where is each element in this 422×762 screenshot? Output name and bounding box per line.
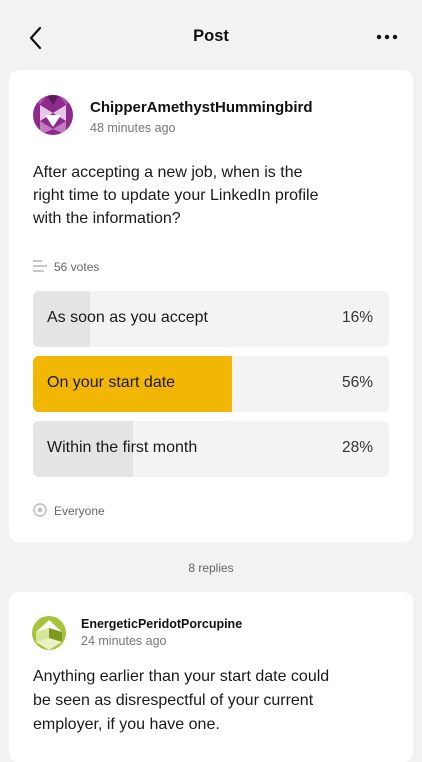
poll-option-label: Within the first month (47, 439, 198, 456)
poll-question: After accepting a new job, when is the r… (33, 161, 373, 230)
question-line: right time to update your LinkedIn profi… (33, 187, 319, 204)
author-name[interactable]: ChipperAmethystHummingbird (90, 99, 313, 116)
poll-option-label: As soon as you accept (47, 309, 208, 326)
reply-author-name[interactable]: EnergeticPeridotPorcupine (81, 617, 242, 631)
poll-option[interactable]: As soon as you accept 16% (33, 291, 389, 347)
poll-option-percent: 56% (341, 374, 373, 391)
question-line: After accepting a new job, when is the (33, 164, 303, 181)
reply-line: Anything earlier than your start date co… (33, 668, 330, 685)
poll-option-percent: 28% (341, 439, 373, 456)
top-bar: Post (0, 0, 422, 72)
reply-card: EnergeticPeridotPorcupine 24 minutes ago… (9, 592, 413, 762)
vote-count: 56 votes (54, 260, 100, 274)
avatar[interactable] (32, 616, 66, 650)
poll-option-percent: 16% (341, 309, 373, 326)
reply-text: Anything earlier than your start date co… (33, 665, 373, 737)
bar-list-icon (33, 260, 47, 272)
audience-icon (33, 503, 47, 517)
question-line: with the information? (33, 210, 181, 227)
poll-option-label: On your start date (47, 374, 176, 391)
post-time: 48 minutes ago (90, 121, 176, 135)
poll-option[interactable]: On your start date 56% (33, 356, 389, 412)
post-card: ChipperAmethystHummingbird 48 minutes ag… (9, 70, 413, 542)
poll-option[interactable]: Within the first month 28% (33, 421, 389, 477)
replies-count: 8 replies (188, 561, 234, 575)
reply-line: employer, if you have one. (33, 716, 220, 733)
avatar[interactable] (33, 95, 73, 135)
page-title: Post (193, 27, 229, 45)
more-horizontal-icon[interactable] (374, 28, 400, 46)
audience-label: Everyone (54, 504, 105, 518)
reply-time: 24 minutes ago (81, 634, 167, 648)
reply-line: be seen as disrespectful of your current (33, 692, 314, 709)
